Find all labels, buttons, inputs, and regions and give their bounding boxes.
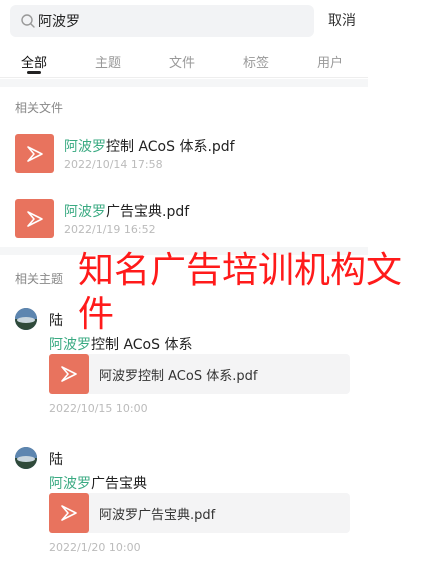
topic-attachment[interactable]: 阿波罗广告宝典.pdf: [49, 493, 350, 533]
pdf-file-icon: [49, 354, 89, 394]
file-item[interactable]: 阿波罗控制 ACoS 体系.pdf 2022/10/14 17:58: [15, 134, 365, 180]
attachment-name: 阿波罗控制 ACoS 体系.pdf: [99, 369, 258, 384]
topic-attachment[interactable]: 阿波罗控制 ACoS 体系.pdf: [49, 354, 350, 394]
search-icon: [21, 14, 35, 28]
topic-time: 2022/10/15 10:00: [49, 402, 148, 415]
overlay-caption: 知名广告培训机构文件: [78, 250, 403, 335]
file-time: 2022/10/14 17:58: [64, 158, 163, 171]
search-input[interactable]: [38, 5, 308, 37]
pdf-file-icon: [49, 493, 89, 533]
topic-title: 阿波罗广告宝典: [49, 476, 147, 492]
attachment-name: 阿波罗广告宝典.pdf: [99, 508, 216, 523]
cancel-button[interactable]: 取消: [328, 5, 356, 37]
file-name: 阿波罗广告宝典.pdf: [64, 204, 190, 220]
tab-topics[interactable]: 主题: [95, 52, 121, 71]
avatar[interactable]: [15, 308, 37, 330]
pdf-file-icon: [15, 134, 54, 173]
file-name: 阿波罗控制 ACoS 体系.pdf: [64, 139, 235, 155]
tab-all[interactable]: 全部: [21, 52, 47, 71]
section-divider: [0, 79, 368, 87]
file-item[interactable]: 阿波罗广告宝典.pdf 2022/1/19 16:52: [15, 199, 365, 245]
search-box[interactable]: [10, 5, 314, 37]
topic-author: 陆: [49, 452, 63, 468]
tab-tags[interactable]: 标签: [243, 52, 269, 71]
avatar[interactable]: [15, 447, 37, 469]
topic-time: 2022/1/20 10:00: [49, 541, 141, 554]
search-bar: 取消: [10, 5, 411, 37]
files-section-label: 相关文件: [15, 101, 64, 115]
topic-item[interactable]: 陆 阿波罗广告宝典 阿波罗广告宝典.pdf 2022/1/20 10:00: [15, 447, 355, 555]
pdf-file-icon: [15, 199, 54, 238]
active-tab-indicator: [27, 71, 41, 74]
file-time: 2022/1/19 16:52: [64, 223, 156, 236]
topic-author: 陆: [49, 313, 63, 329]
filter-tabs: 全部 主题 文件 标签 用户: [0, 44, 368, 78]
topics-section-label: 相关主题: [15, 272, 64, 286]
topic-title: 阿波罗控制 ACoS 体系: [49, 337, 193, 353]
tab-files[interactable]: 文件: [169, 52, 195, 71]
tab-users[interactable]: 用户: [317, 52, 343, 71]
